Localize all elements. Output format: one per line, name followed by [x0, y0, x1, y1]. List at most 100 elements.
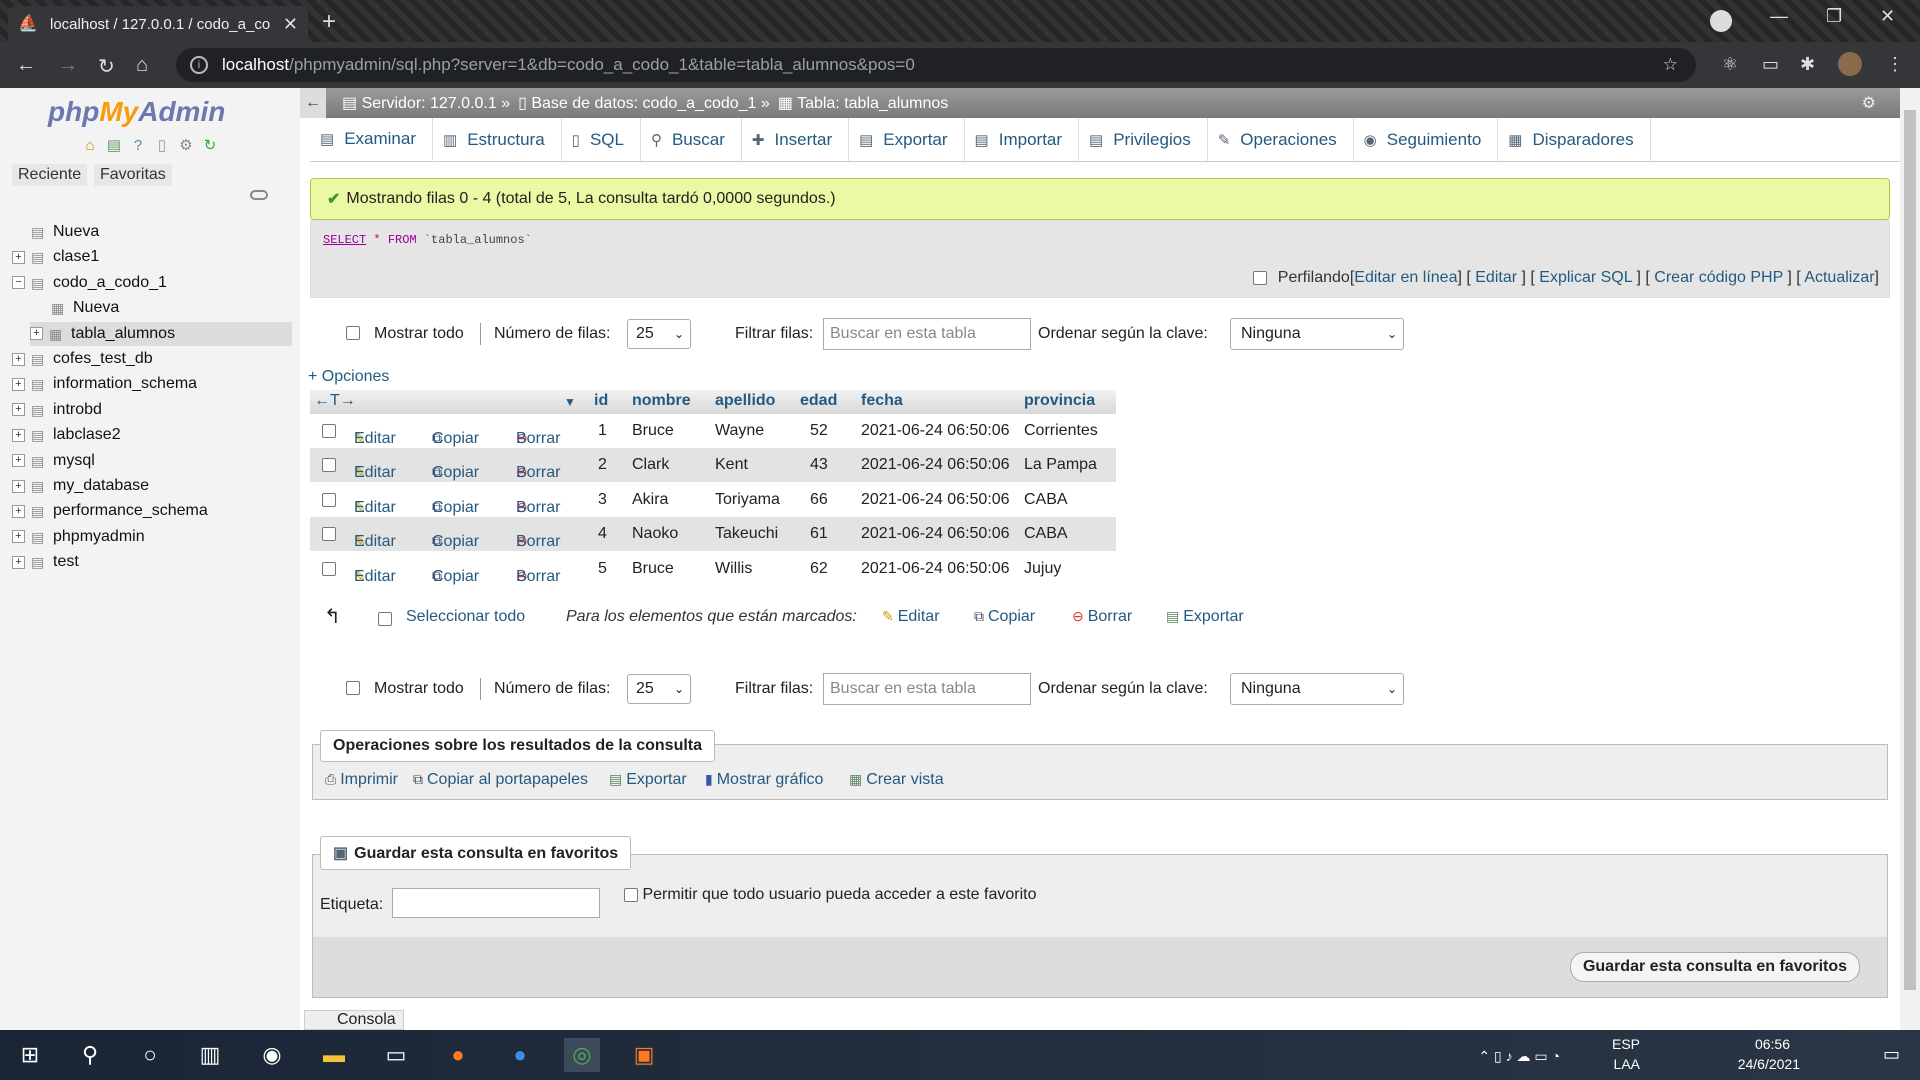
- home-icon[interactable]: ⌂: [136, 54, 148, 77]
- expand-toggle-icon[interactable]: +: [12, 377, 25, 391]
- task-view-icon[interactable]: ▥: [192, 1038, 228, 1072]
- tree-item[interactable]: + ▤ my_database: [12, 474, 149, 498]
- xampp-icon[interactable]: ▣: [626, 1038, 662, 1072]
- explain-sql-link[interactable]: Explicar SQL: [1539, 269, 1632, 286]
- minimize-icon[interactable]: —: [1770, 6, 1788, 27]
- forward-icon[interactable]: →: [58, 54, 78, 77]
- permit-all-checkbox[interactable]: [624, 887, 638, 902]
- extension-cast-icon[interactable]: ▭: [1762, 54, 1779, 75]
- expand-toggle-icon[interactable]: +: [12, 530, 25, 544]
- edit-link[interactable]: Editar: [1475, 269, 1517, 286]
- restore-icon[interactable]: ❐: [1826, 6, 1842, 27]
- tree-item[interactable]: ▤ Nueva: [12, 220, 99, 244]
- tab-importar[interactable]: ▤ Importar: [964, 118, 1080, 161]
- column-header-fecha[interactable]: fecha: [861, 392, 903, 410]
- expand-toggle-icon[interactable]: +: [12, 250, 25, 264]
- profiling-checkbox[interactable]: [1253, 270, 1268, 285]
- copy-to-clipboard-button[interactable]: ⧉ Copiar al portapapeles: [413, 771, 588, 789]
- reload-icon[interactable]: ↻: [98, 54, 115, 79]
- expand-toggle-icon[interactable]: +: [12, 428, 25, 442]
- new-tab-icon[interactable]: +: [322, 8, 336, 36]
- expand-toggle-icon[interactable]: +: [12, 403, 25, 417]
- breadcrumb-database[interactable]: ▯ Base de datos: codo_a_codo_1 »: [518, 93, 770, 113]
- tab-privilegios[interactable]: ▤ Privilegios: [1079, 118, 1208, 161]
- extension-react-icon[interactable]: ⚛: [1722, 54, 1738, 75]
- order-by-select[interactable]: Ninguna ⌄: [1230, 318, 1404, 350]
- expand-toggle-icon[interactable]: +: [12, 555, 25, 569]
- show-all-checkbox[interactable]: [346, 681, 360, 695]
- column-header-provincia[interactable]: provincia: [1024, 392, 1095, 410]
- bulk-delete-button[interactable]: ⊖ Borrar: [1072, 608, 1132, 626]
- save-bookmark-button[interactable]: Guardar esta consulta en favoritos: [1570, 952, 1860, 982]
- tree-item[interactable]: + ▤ cofes_test_db: [12, 347, 153, 371]
- home-icon[interactable]: ⌂: [80, 136, 100, 156]
- tab-exportar[interactable]: ▤ Exportar: [849, 118, 965, 161]
- tab-estructura[interactable]: ▥ Estructura: [433, 118, 562, 161]
- tab-examinar[interactable]: ▤ Examinar: [310, 118, 433, 161]
- search-icon[interactable]: ⚲: [72, 1038, 108, 1072]
- bookmark-star-icon[interactable]: ☆: [1663, 55, 1678, 75]
- row-checkbox[interactable]: [322, 561, 336, 576]
- tree-item[interactable]: + ▤ information_schema: [12, 372, 197, 396]
- breadcrumb-server[interactable]: ▤ Servidor: 127.0.0.1 »: [342, 93, 510, 113]
- create-php-code-link[interactable]: Crear código PHP: [1654, 269, 1783, 286]
- tree-item[interactable]: ▦ Nueva: [32, 296, 119, 320]
- bulk-copy-button[interactable]: ⧉ Copiar: [974, 608, 1035, 626]
- close-window-icon[interactable]: ✕: [1880, 6, 1895, 27]
- tab-operaciones[interactable]: ✎ Operaciones: [1207, 118, 1354, 161]
- reload-nav-icon[interactable]: ↻: [200, 136, 220, 156]
- bookmark-label-input[interactable]: [392, 888, 600, 918]
- column-header-nombre[interactable]: nombre: [632, 392, 691, 410]
- num-rows-select[interactable]: 25 ⌄: [627, 674, 691, 704]
- help-icon[interactable]: ?: [128, 136, 148, 156]
- docs-icon[interactable]: ▯: [152, 136, 172, 156]
- site-info-icon[interactable]: i: [190, 56, 208, 74]
- settings-gear-icon[interactable]: ⚙: [1862, 93, 1876, 113]
- bulk-edit-button[interactable]: ✎ Editar: [882, 608, 940, 626]
- show-chart-button[interactable]: ▮ Mostrar gráfico: [705, 771, 823, 789]
- print-button[interactable]: ⎙ Imprimir: [325, 771, 398, 789]
- expand-toggle-icon[interactable]: +: [12, 504, 25, 518]
- notifications-icon[interactable]: ▭: [1883, 1044, 1900, 1065]
- close-tab-icon[interactable]: ✕: [283, 14, 298, 35]
- chrome-icon[interactable]: ◎: [564, 1038, 600, 1072]
- tab-recent[interactable]: Reciente: [12, 164, 88, 186]
- expand-toggle-icon[interactable]: +: [12, 479, 25, 493]
- row-checkbox[interactable]: [322, 492, 336, 507]
- row-checkbox[interactable]: [322, 424, 336, 438]
- column-header-id[interactable]: id: [594, 392, 608, 410]
- logout-icon[interactable]: ▤: [104, 136, 124, 156]
- tree-item[interactable]: + ▤ mysql: [12, 449, 95, 473]
- row-checkbox[interactable]: [322, 527, 336, 542]
- tree-item[interactable]: + ▤ clase1: [12, 245, 99, 269]
- firefox-icon[interactable]: ●: [440, 1038, 476, 1072]
- console-toggle[interactable]: Consola: [304, 1010, 404, 1030]
- expand-toggle-icon[interactable]: +: [30, 327, 43, 341]
- scrollbar-thumb[interactable]: [1904, 110, 1916, 990]
- breadcrumb-table[interactable]: ▦ Tabla: tabla_alumnos: [778, 93, 949, 113]
- clock-time[interactable]: 06:56: [1755, 1036, 1790, 1052]
- tab-favorites[interactable]: Favoritas: [94, 164, 172, 186]
- collapse-sidebar-button[interactable]: ←: [300, 88, 326, 118]
- url-bar[interactable]: i localhost /phpmyadmin/sql.php?server=1…: [176, 48, 1696, 82]
- back-icon[interactable]: ←: [16, 54, 36, 77]
- export-button[interactable]: ▤ Exportar: [609, 771, 687, 789]
- tree-item[interactable]: + ▤ phpmyadmin: [12, 525, 145, 549]
- select-all-label[interactable]: Seleccionar todo: [406, 608, 525, 626]
- windows-start-icon[interactable]: ⊞: [12, 1038, 48, 1072]
- tree-item[interactable]: + ▦ tabla_alumnos: [30, 321, 292, 346]
- browser-menu-icon[interactable]: ⋮: [1886, 54, 1904, 75]
- refresh-link[interactable]: Actualizar: [1804, 269, 1874, 286]
- browser-tab[interactable]: ⛵ localhost / 127.0.0.1 / codo_a_co ✕: [8, 6, 308, 42]
- settings-gear-icon[interactable]: ⚙: [176, 136, 196, 156]
- tree-item[interactable]: + ▤ test: [12, 550, 79, 574]
- page-scrollbar[interactable]: [1900, 88, 1920, 1030]
- profile-dropdown-icon[interactable]: [1710, 10, 1732, 32]
- cortana-icon[interactable]: ○: [132, 1038, 168, 1072]
- terminal-icon[interactable]: ▭: [378, 1038, 414, 1072]
- expand-toggle-icon[interactable]: +: [12, 352, 25, 366]
- inline-edit-link[interactable]: Editar en línea: [1354, 269, 1457, 286]
- column-header-edad[interactable]: edad: [800, 392, 837, 410]
- avatar[interactable]: [1838, 52, 1862, 76]
- column-header-apellido[interactable]: apellido: [715, 392, 775, 410]
